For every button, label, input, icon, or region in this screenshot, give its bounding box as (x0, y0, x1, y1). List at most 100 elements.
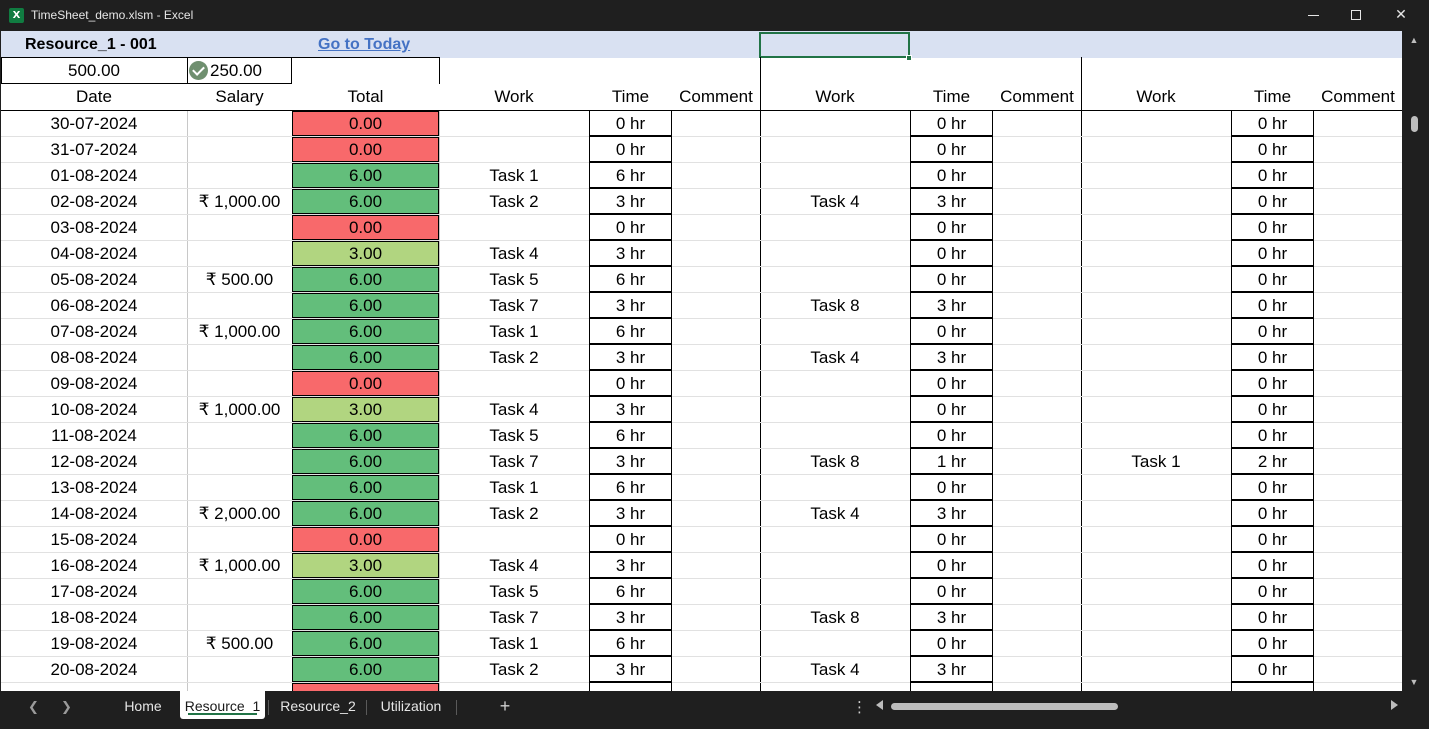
date-cell[interactable]: 03-08-2024 (1, 215, 187, 241)
date-cell[interactable]: 09-08-2024 (1, 371, 187, 397)
total-cell[interactable]: 6.00 (292, 605, 439, 631)
work-cell[interactable]: Task 2 (439, 189, 589, 215)
date-cell[interactable]: 13-08-2024 (1, 475, 187, 501)
work-cell[interactable]: Task 5 (439, 423, 589, 449)
time-cell[interactable]: 0 hr (1231, 631, 1314, 657)
date-cell[interactable]: 18-08-2024 (1, 605, 187, 631)
time-cell[interactable]: 6 hr (589, 579, 672, 605)
work-cell[interactable]: Task 1 (439, 163, 589, 189)
work-cell[interactable]: Task 1 (439, 475, 589, 501)
time-cell[interactable]: 0 hr (1231, 267, 1314, 293)
work-cell[interactable]: Task 4 (439, 553, 589, 579)
work-cell[interactable]: Task 4 (439, 241, 589, 267)
total-cell[interactable]: 6.00 (292, 319, 439, 345)
date-cell[interactable]: 05-08-2024 (1, 267, 187, 293)
time-cell[interactable]: 3 hr (589, 397, 672, 423)
time-cell[interactable]: 0 hr (910, 215, 993, 241)
tab-home[interactable]: Home (114, 691, 172, 721)
work-cell[interactable]: Task 8 (760, 449, 910, 475)
work-cell[interactable]: Task 8 (760, 605, 910, 631)
time-cell[interactable]: 3 hr (910, 345, 993, 371)
time-cell[interactable]: 0 hr (910, 371, 993, 397)
time-cell[interactable]: 3 hr (589, 345, 672, 371)
salary-cell[interactable]: ₹ 1,000.00 (187, 397, 292, 423)
time-cell[interactable]: 3 hr (589, 449, 672, 475)
total-cell[interactable]: 6.00 (292, 189, 439, 215)
total-cell[interactable]: 0.00 (292, 527, 439, 553)
more-options-icon[interactable]: ⋮ (852, 698, 867, 716)
time-cell[interactable]: 6 hr (589, 631, 672, 657)
time-cell[interactable]: 0 hr (1231, 241, 1314, 267)
time-cell[interactable]: 0 hr (910, 553, 993, 579)
time-cell[interactable]: 0 hr (910, 423, 993, 449)
time-cell[interactable]: 3 hr (589, 501, 672, 527)
date-cell[interactable]: 04-08-2024 (1, 241, 187, 267)
total-cell[interactable]: 6.00 (292, 501, 439, 527)
time-cell[interactable]: 3 hr (589, 605, 672, 631)
time-cell[interactable]: 3 hr (589, 241, 672, 267)
time-cell[interactable]: 0 hr (910, 137, 993, 163)
tab-utilization[interactable]: Utilization (372, 691, 450, 721)
spreadsheet-grid[interactable]: Resource_1 - 001 Go to Today 500.00 250.… (1, 31, 1402, 691)
date-cell[interactable]: 06-08-2024 (1, 293, 187, 319)
date-cell[interactable]: 17-08-2024 (1, 579, 187, 605)
time-cell[interactable]: 6 hr (589, 267, 672, 293)
checked-value[interactable]: 250.00 (210, 58, 270, 84)
time-cell[interactable]: 0 hr (910, 111, 993, 137)
total-cell[interactable]: 0.00 (292, 137, 439, 163)
total-cell[interactable]: 3.00 (292, 241, 439, 267)
work-cell[interactable]: Task 1 (439, 319, 589, 345)
time-cell[interactable]: 3 hr (910, 501, 993, 527)
time-cell[interactable]: 0 hr (589, 215, 672, 241)
work-cell[interactable]: Task 4 (760, 189, 910, 215)
time-cell[interactable]: 0 hr (1231, 423, 1314, 449)
date-cell[interactable]: 16-08-2024 (1, 553, 187, 579)
salary-cell[interactable]: ₹ 1,000.00 (187, 319, 292, 345)
time-cell[interactable]: 3 hr (589, 189, 672, 215)
time-cell[interactable]: 0 hr (1231, 189, 1314, 215)
time-cell[interactable]: 0 hr (1231, 553, 1314, 579)
tab-resource-1[interactable]: Resource_1 (180, 691, 265, 719)
total-cell[interactable]: 6.00 (292, 345, 439, 371)
total-cell[interactable]: 6.00 (292, 657, 439, 683)
time-cell[interactable]: 0 hr (910, 241, 993, 267)
date-cell[interactable]: 11-08-2024 (1, 423, 187, 449)
date-cell[interactable]: 20-08-2024 (1, 657, 187, 683)
time-cell[interactable]: 6 hr (589, 163, 672, 189)
time-cell[interactable]: 0 hr (1231, 137, 1314, 163)
scroll-left-icon[interactable] (876, 700, 883, 710)
vertical-scrollbar[interactable]: ▲ ▼ (1402, 31, 1426, 691)
work-cell[interactable]: Task 1 (439, 631, 589, 657)
time-cell[interactable]: 3 hr (589, 657, 672, 683)
next-sheet-icon[interactable]: ❯ (61, 699, 72, 715)
time-cell[interactable]: 6 hr (589, 319, 672, 345)
date-cell[interactable]: 12-08-2024 (1, 449, 187, 475)
total-cell[interactable]: 0.00 (292, 111, 439, 137)
time-cell[interactable]: 0 hr (1231, 475, 1314, 501)
salary-cell[interactable]: ₹ 2,000.00 (187, 501, 292, 527)
total-cell[interactable]: 6.00 (292, 293, 439, 319)
time-cell[interactable]: 0 hr (1231, 215, 1314, 241)
total-cell[interactable]: 6.00 (292, 449, 439, 475)
date-cell[interactable]: 31-07-2024 (1, 137, 187, 163)
rate-value[interactable]: 500.00 (1, 58, 187, 84)
time-cell[interactable]: 0 hr (1231, 501, 1314, 527)
time-cell[interactable]: 0 hr (1231, 579, 1314, 605)
salary-cell[interactable]: ₹ 500.00 (187, 267, 292, 293)
date-cell[interactable]: 08-08-2024 (1, 345, 187, 371)
total-cell[interactable]: 0.00 (292, 371, 439, 397)
time-cell[interactable]: 0 hr (1231, 111, 1314, 137)
time-cell[interactable]: 0 hr (1231, 371, 1314, 397)
time-cell[interactable]: 0 hr (1231, 319, 1314, 345)
time-cell[interactable]: 0 hr (910, 397, 993, 423)
time-cell[interactable]: 3 hr (910, 657, 993, 683)
total-cell[interactable]: 6.00 (292, 423, 439, 449)
scroll-down-icon[interactable]: ▼ (1402, 675, 1426, 689)
time-cell[interactable]: 0 hr (1231, 345, 1314, 371)
minimize-button[interactable] (1290, 0, 1336, 31)
work-cell[interactable]: Task 2 (439, 345, 589, 371)
add-sheet-button[interactable]: + (496, 695, 514, 717)
time-cell[interactable]: 3 hr (910, 605, 993, 631)
horizontal-scroll-thumb[interactable] (891, 703, 1118, 710)
maximize-button[interactable] (1333, 0, 1379, 31)
